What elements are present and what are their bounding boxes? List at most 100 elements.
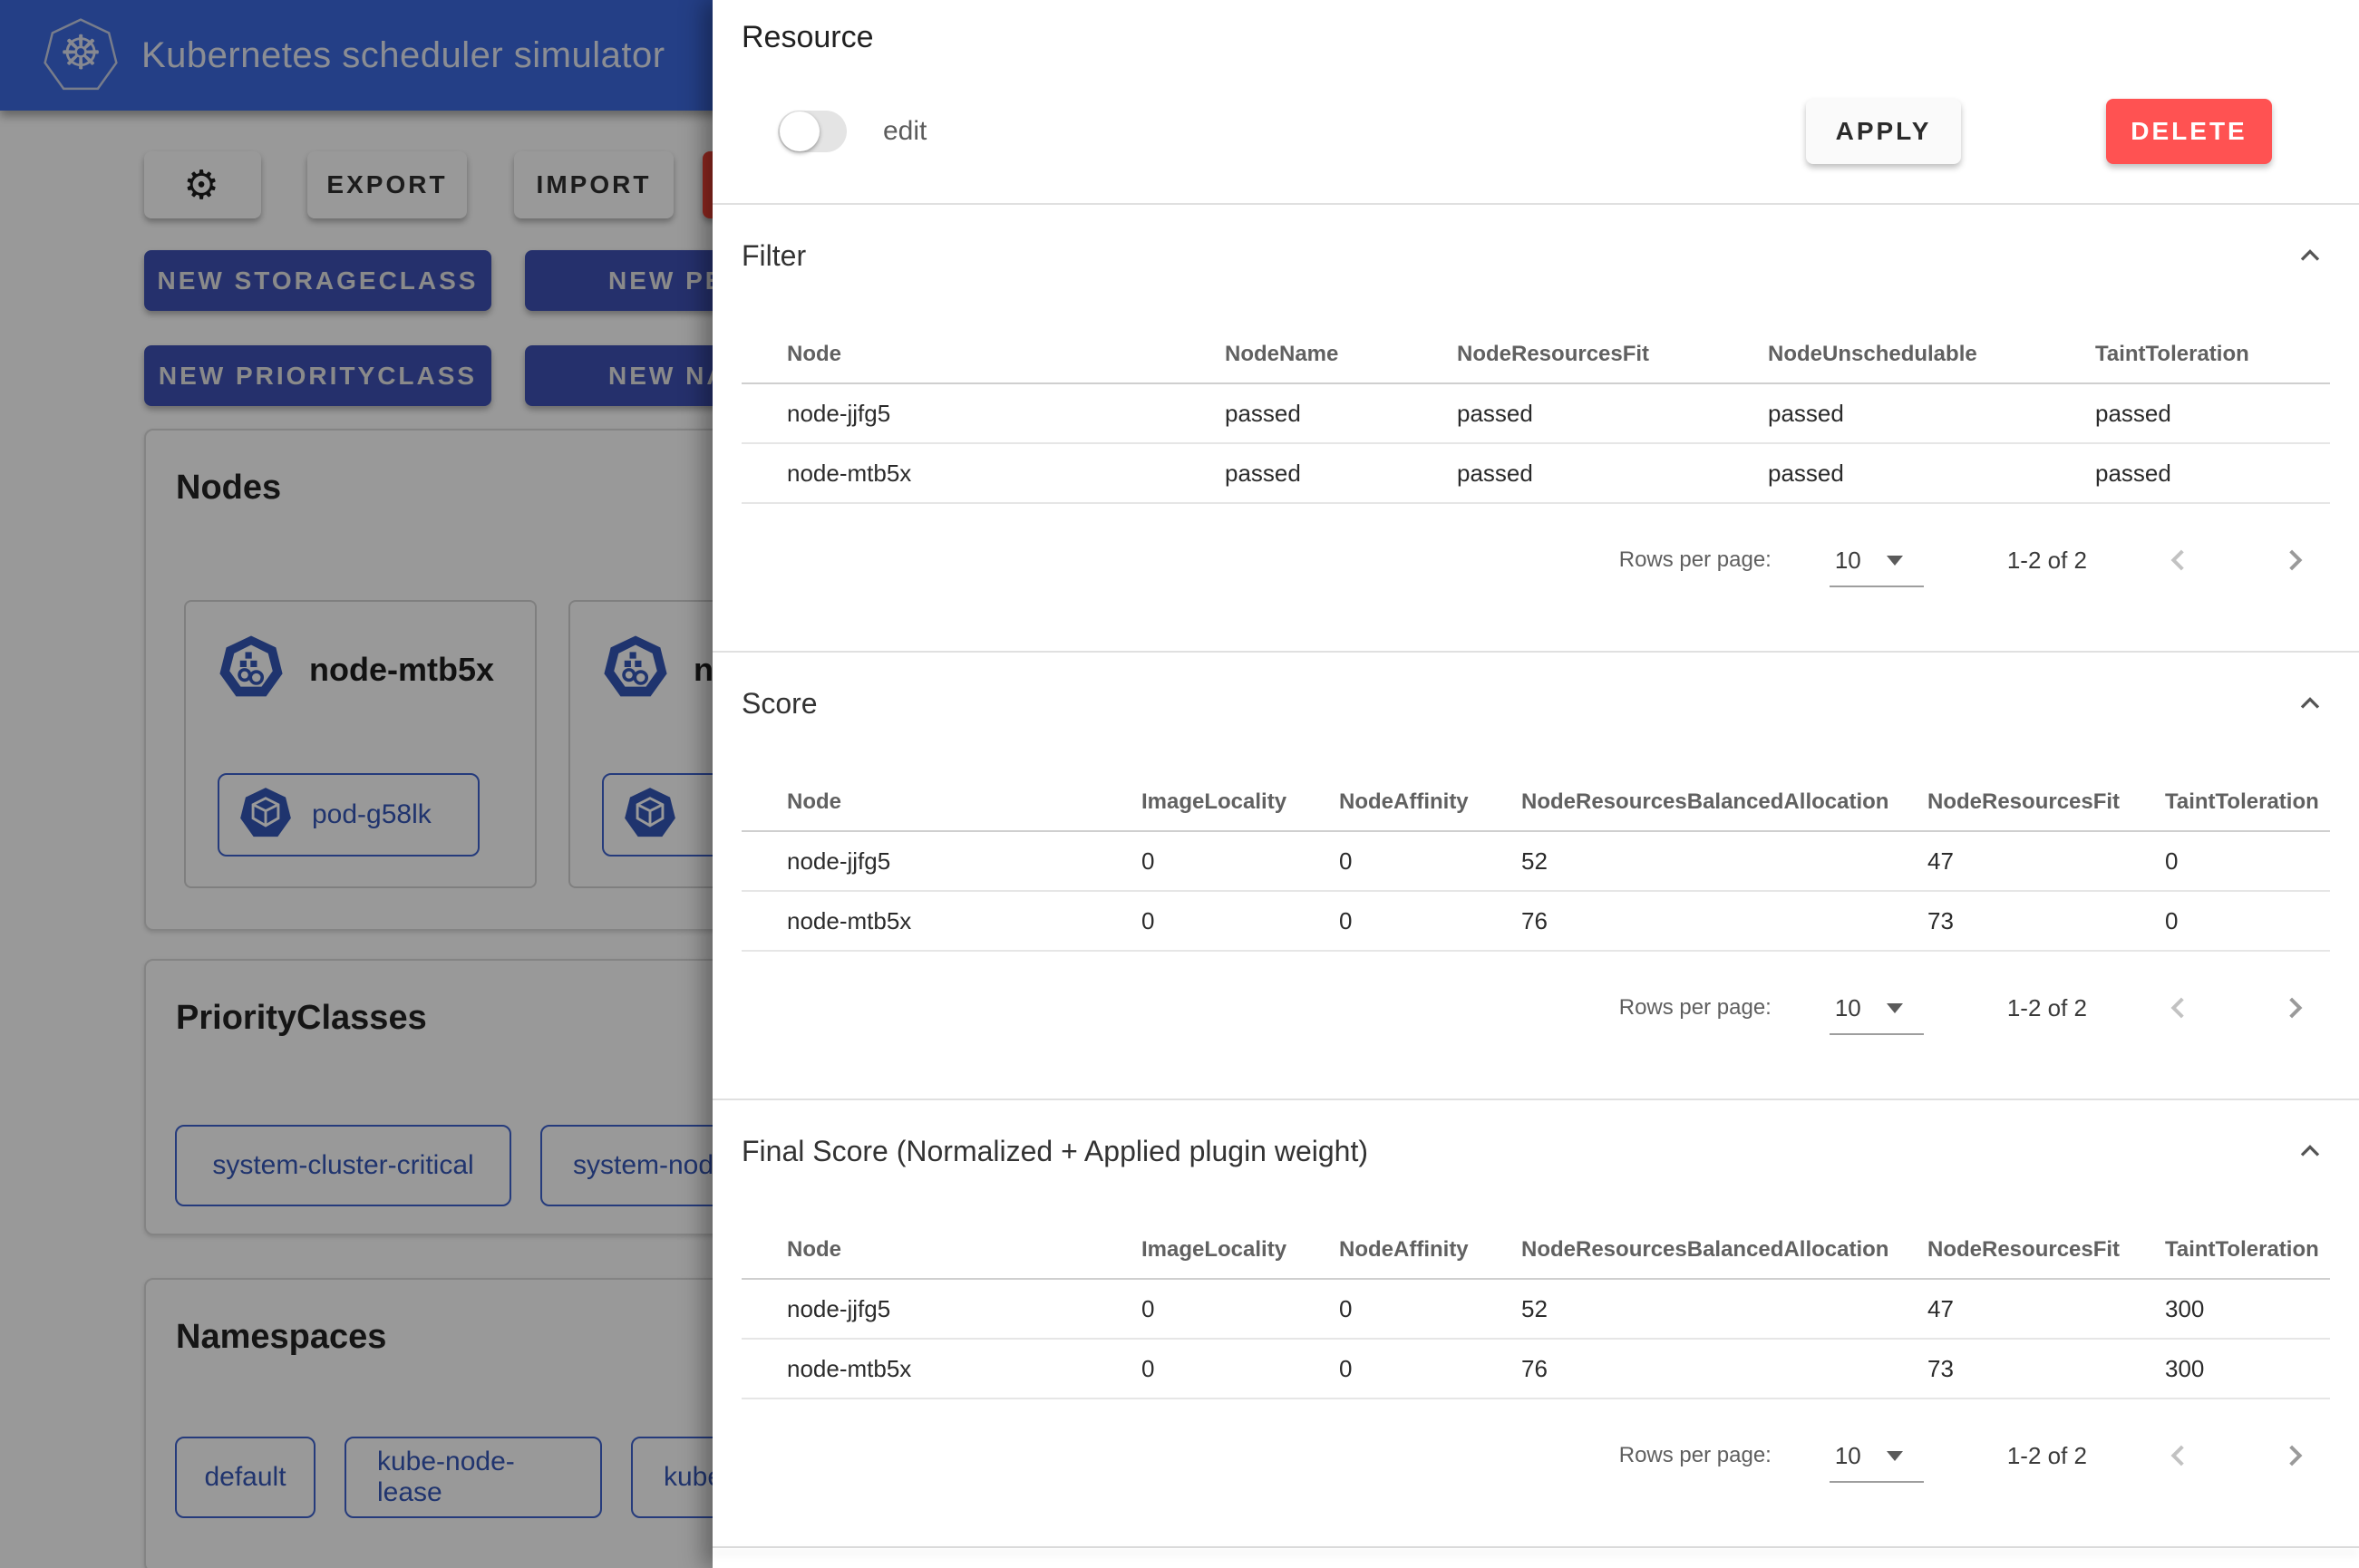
cell: 52	[1521, 1295, 1927, 1323]
prev-page-button[interactable]	[2158, 1434, 2201, 1477]
column-header: NodeAffinity	[1339, 1237, 1521, 1263]
chevron-up-icon	[2294, 239, 2326, 272]
chevron-up-icon	[2294, 1135, 2326, 1167]
page-range: 1-2 of 2	[2007, 547, 2087, 575]
filter-collapse-button[interactable]	[2290, 236, 2330, 276]
column-header: TaintToleration	[2095, 342, 2330, 367]
cell: 0	[1339, 1355, 1521, 1383]
cell: 76	[1521, 1355, 1927, 1383]
chevron-right-icon	[2276, 990, 2312, 1026]
chevron-right-icon	[2276, 1437, 2312, 1474]
chevron-left-icon	[2161, 1437, 2198, 1474]
page-range: 1-2 of 2	[2007, 1442, 2087, 1470]
final-score-pagination: Rows per page: 10 1-2 of 2	[742, 1414, 2330, 1497]
resource-drawer: Resource edit APPLY DELETE Filter Node	[713, 0, 2359, 1568]
cell: 0	[1339, 1295, 1521, 1323]
column-header: NodeUnschedulable	[1768, 342, 2095, 367]
final-score-collapse-button[interactable]	[2290, 1131, 2330, 1171]
cell: passed	[1457, 460, 1768, 488]
rows-per-page-select[interactable]: 10	[1835, 981, 1935, 1035]
cell: 73	[1927, 1355, 2165, 1383]
apply-button[interactable]: APPLY	[1806, 99, 1961, 164]
drawer-title: Resource	[742, 20, 2330, 55]
cell: node-jjfg5	[742, 400, 1225, 428]
column-header: Node	[742, 789, 1141, 815]
table-row[interactable]: node-mtb5x passed passed passed passed	[742, 444, 2330, 504]
cell: passed	[2095, 400, 2330, 428]
screen: ☸ Kubernetes scheduler simulator ⚙ EXPOR…	[0, 0, 2359, 1568]
table-row[interactable]: node-jjfg5 0 0 52 47 300	[742, 1280, 2330, 1340]
filter-table: Node NodeName NodeResourcesFit NodeUnsch…	[742, 326, 2330, 504]
column-header: Node	[742, 342, 1225, 367]
cell: node-mtb5x	[742, 460, 1225, 488]
drawer-header: Resource edit APPLY DELETE	[713, 0, 2359, 205]
cell: 73	[1927, 907, 2165, 935]
cell: 300	[2165, 1355, 2330, 1383]
column-header: NodeResourcesFit	[1927, 1237, 2165, 1263]
caret-down-icon	[1887, 556, 1903, 566]
cell: 0	[1141, 1295, 1339, 1323]
chevron-left-icon	[2161, 990, 2198, 1026]
cell: 0	[1339, 847, 1521, 876]
rows-per-page-select[interactable]: 10	[1835, 533, 1935, 587]
final-score-section: Final Score (Normalized + Applied plugin…	[713, 1100, 2359, 1546]
score-table: Node ImageLocality NodeAffinity NodeReso…	[742, 774, 2330, 952]
rows-per-page-label: Rows per page:	[1619, 995, 1772, 1021]
table-header-row: Node ImageLocality NodeAffinity NodeReso…	[742, 1222, 2330, 1280]
prev-page-button[interactable]	[2158, 986, 2201, 1030]
table-header-row: Node ImageLocality NodeAffinity NodeReso…	[742, 774, 2330, 832]
cell: 0	[1141, 847, 1339, 876]
cell: 0	[2165, 907, 2330, 935]
cell: passed	[1225, 460, 1457, 488]
caret-down-icon	[1887, 1451, 1903, 1461]
cell: passed	[1768, 400, 2095, 428]
cell: 0	[1141, 1355, 1339, 1383]
rows-per-page-label: Rows per page:	[1619, 547, 1772, 573]
cell: 300	[2165, 1295, 2330, 1323]
table-row[interactable]: node-mtb5x 0 0 76 73 300	[742, 1340, 2330, 1399]
score-collapse-button[interactable]	[2290, 683, 2330, 723]
column-header: NodeAffinity	[1339, 789, 1521, 815]
filter-section-title: Filter	[742, 239, 806, 273]
next-page-button[interactable]	[2272, 986, 2315, 1030]
cell: 0	[1141, 907, 1339, 935]
score-section: Score Node ImageLocality NodeAffinity No…	[713, 653, 2359, 1099]
cell: passed	[1768, 460, 2095, 488]
cell: passed	[1225, 400, 1457, 428]
next-page-button[interactable]	[2272, 538, 2315, 582]
score-pagination: Rows per page: 10 1-2 of 2	[742, 966, 2330, 1050]
table-row[interactable]: node-jjfg5 0 0 52 47 0	[742, 832, 2330, 892]
rows-per-page-select[interactable]: 10	[1835, 1428, 1935, 1483]
cell: 0	[2165, 847, 2330, 876]
resource-definition-section: Resource Definition	[713, 1548, 2359, 1568]
cell: 47	[1927, 847, 2165, 876]
delete-button[interactable]: DELETE	[2106, 99, 2272, 164]
table-row[interactable]: node-mtb5x 0 0 76 73 0	[742, 892, 2330, 952]
rows-per-page-label: Rows per page:	[1619, 1443, 1772, 1468]
cell: node-jjfg5	[742, 1295, 1141, 1323]
prev-page-button[interactable]	[2158, 538, 2201, 582]
final-score-section-title: Final Score (Normalized + Applied plugin…	[742, 1135, 1368, 1168]
page-range: 1-2 of 2	[2007, 994, 2087, 1022]
column-header: NodeResourcesFit	[1927, 789, 2165, 815]
column-header: NodeResourcesBalancedAllocation	[1521, 789, 1927, 815]
cell: passed	[1457, 400, 1768, 428]
edit-toggle[interactable]	[778, 111, 847, 152]
cell: 76	[1521, 907, 1927, 935]
next-page-button[interactable]	[2272, 1434, 2315, 1477]
column-header: Node	[742, 1237, 1141, 1263]
column-header: NodeResourcesFit	[1457, 342, 1768, 367]
cell: node-jjfg5	[742, 847, 1141, 876]
cell: node-mtb5x	[742, 1355, 1141, 1383]
edit-toggle-label: edit	[883, 116, 927, 147]
cell: 52	[1521, 847, 1927, 876]
chevron-up-icon	[2294, 687, 2326, 720]
column-header: TaintToleration	[2165, 1237, 2330, 1263]
filter-pagination: Rows per page: 10 1-2 of 2	[742, 518, 2330, 602]
cell: passed	[2095, 460, 2330, 488]
cell: node-mtb5x	[742, 907, 1141, 935]
chevron-left-icon	[2161, 542, 2198, 578]
table-row[interactable]: node-jjfg5 passed passed passed passed	[742, 384, 2330, 444]
column-header: NodeName	[1225, 342, 1457, 367]
cell: 0	[1339, 907, 1521, 935]
